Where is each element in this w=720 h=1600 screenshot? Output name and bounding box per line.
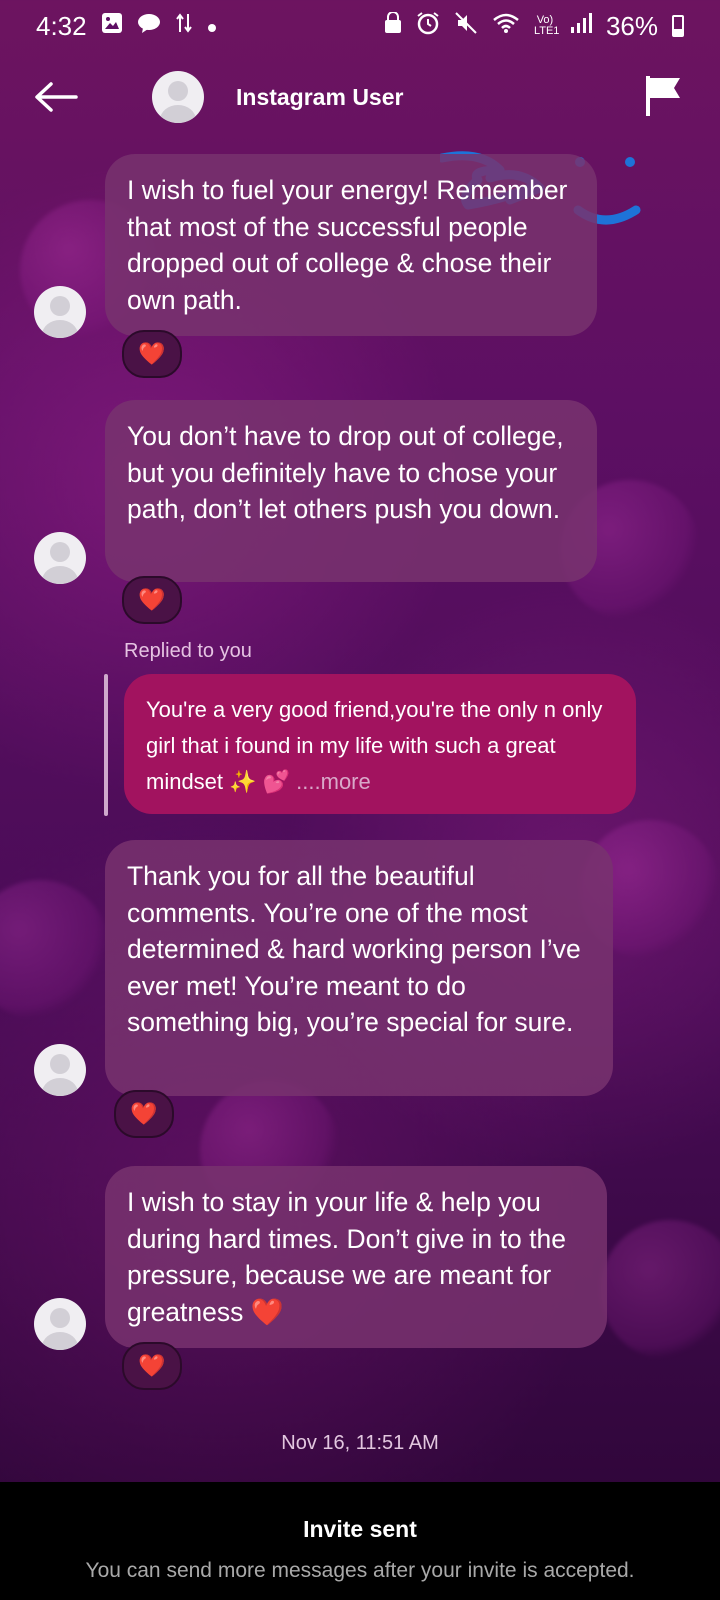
status-time: 4:32 bbox=[36, 10, 87, 41]
dot-icon bbox=[207, 13, 217, 39]
mute-icon bbox=[454, 11, 478, 41]
message-text: I wish to fuel your energy! Remember tha… bbox=[127, 175, 568, 315]
invite-title: Invite sent bbox=[303, 1516, 417, 1542]
message-bubble[interactable]: I wish to fuel your energy! Remember tha… bbox=[105, 154, 597, 336]
avatar-body bbox=[42, 566, 78, 584]
heart-icon: ❤️ bbox=[138, 1353, 166, 1378]
avatar-icon bbox=[50, 1308, 70, 1328]
background-heart bbox=[600, 1220, 720, 1360]
battery-percent: 36% bbox=[605, 10, 658, 41]
chat-header: Instagram User bbox=[0, 62, 720, 132]
heart-icon: ❤️ bbox=[138, 341, 166, 366]
avatar-body bbox=[160, 105, 196, 123]
message-bubble[interactable]: I wish to stay in your life & help you d… bbox=[105, 1166, 607, 1348]
chat-icon bbox=[137, 12, 161, 40]
reply-text: You're a very good friend,you're the onl… bbox=[146, 697, 603, 794]
back-arrow-icon[interactable] bbox=[30, 71, 82, 123]
reply-quote-bubble[interactable]: You're a very good friend,you're the onl… bbox=[124, 674, 636, 814]
alarm-icon bbox=[416, 11, 440, 41]
lock-icon bbox=[384, 11, 402, 40]
avatar-icon bbox=[168, 81, 188, 101]
replied-label: Replied to you bbox=[124, 640, 252, 662]
message-bubble[interactable]: You don’t have to drop out of college, b… bbox=[105, 400, 597, 582]
message-text: I wish to stay in your life & help you d… bbox=[127, 1187, 566, 1327]
message-text: Thank you for all the beautiful comments… bbox=[127, 861, 581, 1037]
message-bubble[interactable]: Thank you for all the beautiful comments… bbox=[105, 840, 613, 1096]
wifi-icon bbox=[492, 12, 520, 40]
avatar-body bbox=[42, 1078, 78, 1096]
heart-icon: ❤️ bbox=[138, 587, 166, 612]
invite-footer: Invite sent You can send more messages a… bbox=[0, 1482, 720, 1600]
reply-quote-bar bbox=[104, 674, 108, 816]
avatar[interactable] bbox=[34, 286, 86, 338]
heart-reaction[interactable]: ❤️ bbox=[122, 1342, 182, 1390]
header-title[interactable]: Instagram User bbox=[236, 84, 403, 111]
avatar[interactable] bbox=[34, 1298, 86, 1350]
heart-reaction[interactable]: ❤️ bbox=[122, 330, 182, 378]
status-right: Vo) LTE1 36% bbox=[384, 11, 684, 42]
avatar[interactable] bbox=[34, 532, 86, 584]
heart-reaction[interactable]: ❤️ bbox=[122, 576, 182, 624]
header-avatar[interactable] bbox=[152, 71, 204, 123]
avatar-icon bbox=[50, 296, 70, 316]
signal-icon bbox=[570, 12, 592, 40]
data-arrows-icon bbox=[175, 12, 193, 40]
image-icon bbox=[101, 12, 123, 40]
volte-icon: Vo) LTE1 bbox=[533, 14, 560, 37]
battery-icon bbox=[672, 15, 684, 37]
background-heart bbox=[0, 880, 110, 1020]
status-bar: 4:32 Vo) LTE1 36% bbox=[0, 0, 720, 52]
invite-subtitle: You can send more messages after your in… bbox=[85, 1559, 635, 1582]
message-text: You don’t have to drop out of college, b… bbox=[127, 421, 564, 524]
timestamp: Nov 16, 11:51 AM bbox=[281, 1432, 439, 1454]
avatar-icon bbox=[50, 1054, 70, 1074]
heart-reaction[interactable]: ❤️ bbox=[114, 1090, 174, 1138]
avatar-body bbox=[42, 320, 78, 338]
heart-icon: ❤️ bbox=[130, 1101, 158, 1126]
status-left: 4:32 bbox=[36, 11, 217, 42]
avatar-icon bbox=[50, 542, 70, 562]
more-link[interactable]: ....more bbox=[296, 769, 371, 794]
avatar-body bbox=[42, 1332, 78, 1350]
avatar[interactable] bbox=[34, 1044, 86, 1096]
flag-icon[interactable] bbox=[644, 74, 684, 123]
